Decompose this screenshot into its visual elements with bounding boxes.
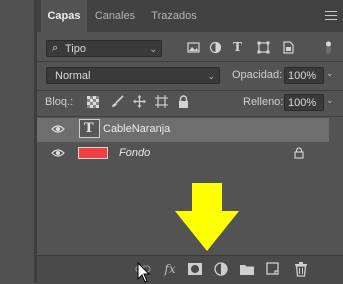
lock-artboard-icon[interactable] [155,95,168,108]
chevron-down-icon: ⌄ [207,71,215,81]
tab-capas[interactable]: Capas [41,0,87,32]
layer-style-icon[interactable]: fx [162,261,178,277]
separator [37,90,343,91]
lock-transparent-icon[interactable] [87,96,99,108]
layer-name[interactable]: Fondo [119,147,150,159]
adjustment-filter-icon[interactable] [209,41,222,54]
lock-move-icon[interactable] [133,95,146,108]
smart-object-filter-icon[interactable] [282,41,295,54]
filter-kind-value: Tipo [65,43,86,55]
type-layer-icon: T [84,121,94,136]
visibility-eye-icon[interactable] [51,148,65,158]
layers-bottom-toolbar: fx [37,255,343,284]
delete-layer-icon[interactable] [293,261,309,277]
highlight-arrow-icon [175,183,239,251]
layer-row-fondo[interactable]: Fondo [37,142,329,166]
layer-color-thumbnail [78,147,108,159]
layers-panel: Capas Canales Trazados ⌕ Tipo ⌄ T Normal… [37,0,343,284]
filter-toggle-icon[interactable] [323,41,334,54]
lock-brush-icon[interactable] [111,95,124,108]
left-dock-strip [0,0,34,283]
layer-lock-icon [294,147,304,159]
adjustment-layer-icon[interactable] [213,261,229,277]
type-filter-icon[interactable]: T [233,40,242,54]
tab-canales[interactable]: Canales [87,0,143,32]
search-icon: ⌕ [52,42,59,54]
opacity-label: Opacidad: [232,69,283,81]
opacity-value: 100% [288,70,317,82]
panel-menu-icon[interactable] [325,11,337,21]
layer-filter-kind-select[interactable]: ⌕ Tipo ⌄ [46,40,162,57]
new-group-icon[interactable] [239,261,255,277]
panel-tab-bar: Capas Canales Trazados [37,0,343,32]
fill-chevron-icon[interactable]: ⌄ [326,95,339,106]
lock-label: Bloq.: [45,96,74,108]
chevron-down-icon: ⌄ [149,44,157,54]
fill-label: Relleno: [243,96,284,108]
separator [37,116,343,117]
mouse-cursor-icon [137,262,151,283]
opacity-chevron-icon[interactable]: ⌄ [326,68,339,79]
lock-all-icon[interactable] [178,95,189,108]
image-filter-icon[interactable] [187,41,200,54]
fill-value: 100% [288,97,317,109]
visibility-eye-icon[interactable] [51,124,65,134]
layer-row-cablenaranja[interactable]: T CableNaranja [37,118,329,142]
add-mask-icon[interactable] [187,261,203,277]
text-layer-thumbnail: T [79,119,100,138]
blend-mode-value: Normal [55,70,91,82]
tab-trazados[interactable]: Trazados [143,0,205,32]
separator [37,61,343,62]
fill-field[interactable]: 100% [284,94,324,111]
blend-mode-select[interactable]: Normal ⌄ [46,67,220,84]
opacity-field[interactable]: 100% [284,67,324,84]
layer-name[interactable]: CableNaranja [103,123,170,135]
shape-filter-icon[interactable] [257,41,270,54]
new-layer-icon[interactable] [265,261,281,277]
